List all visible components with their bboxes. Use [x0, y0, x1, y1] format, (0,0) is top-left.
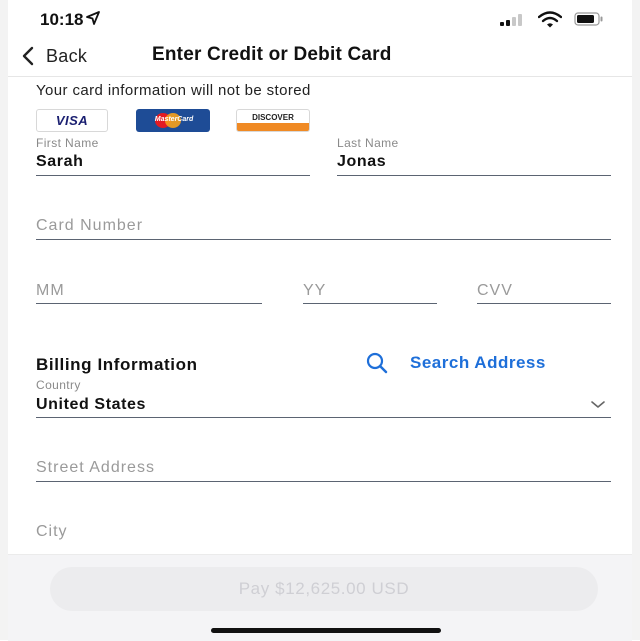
cvv-field[interactable]: CVV — [477, 282, 513, 300]
expiry-month-field[interactable]: MM — [36, 282, 65, 300]
last-name-field[interactable]: Jonas — [337, 153, 386, 171]
expiry-month-underline — [36, 303, 262, 304]
card-number-field[interactable]: Card Number — [36, 217, 143, 235]
pay-button[interactable]: Pay $12,625.00 USD — [50, 567, 598, 611]
street-address-field[interactable]: Street Address — [36, 459, 155, 477]
screen-edge-left — [0, 0, 8, 640]
chevron-left-icon — [22, 46, 34, 66]
status-time: 10:18 — [40, 10, 84, 29]
mastercard-logo: MasterCard — [136, 109, 210, 132]
back-label: Back — [46, 45, 88, 66]
navigation-bar: Back Enter Credit or Debit Card — [0, 38, 640, 74]
cvv-underline — [477, 303, 611, 304]
search-address-label: Search Address — [410, 353, 546, 372]
battery-icon — [574, 12, 603, 26]
last-name-label: Last Name — [337, 136, 399, 150]
first-name-label: First Name — [36, 136, 99, 150]
expiry-year-field[interactable]: YY — [303, 282, 326, 300]
billing-heading: Billing Information — [36, 355, 198, 374]
discover-logo-text: DISCOVER — [252, 113, 294, 122]
privacy-notice: Your card information will not be stored — [36, 82, 311, 99]
status-bar: 10:18 — [0, 0, 640, 38]
location-arrow-icon — [86, 11, 100, 25]
last-name-underline — [337, 175, 611, 176]
first-name-field[interactable]: Sarah — [36, 153, 83, 171]
signal-icon — [500, 14, 522, 26]
first-name-underline — [36, 175, 310, 176]
visa-logo-text: VISA — [55, 113, 89, 128]
search-address-button[interactable]: Search Address — [362, 352, 546, 374]
city-field[interactable]: City — [36, 523, 68, 541]
mastercard-logo-text: MasterCard — [154, 116, 194, 123]
nav-divider — [8, 76, 632, 77]
street-address-underline — [36, 481, 611, 482]
page-title: Enter Credit or Debit Card — [152, 44, 392, 65]
visa-logo: VISA — [36, 109, 108, 132]
home-indicator — [211, 628, 441, 633]
bottom-bar: Pay $12,625.00 USD — [8, 554, 632, 641]
back-button[interactable]: Back — [22, 42, 87, 70]
chevron-down-icon[interactable] — [590, 400, 606, 410]
country-select[interactable]: United States — [36, 396, 146, 414]
wifi-icon — [538, 11, 562, 28]
card-number-underline — [36, 239, 611, 240]
country-underline — [36, 417, 611, 418]
expiry-year-underline — [303, 303, 437, 304]
discover-logo: DISCOVER — [236, 109, 310, 132]
screen-edge-right — [632, 0, 640, 640]
search-icon — [366, 352, 388, 374]
country-label: Country — [36, 378, 81, 392]
